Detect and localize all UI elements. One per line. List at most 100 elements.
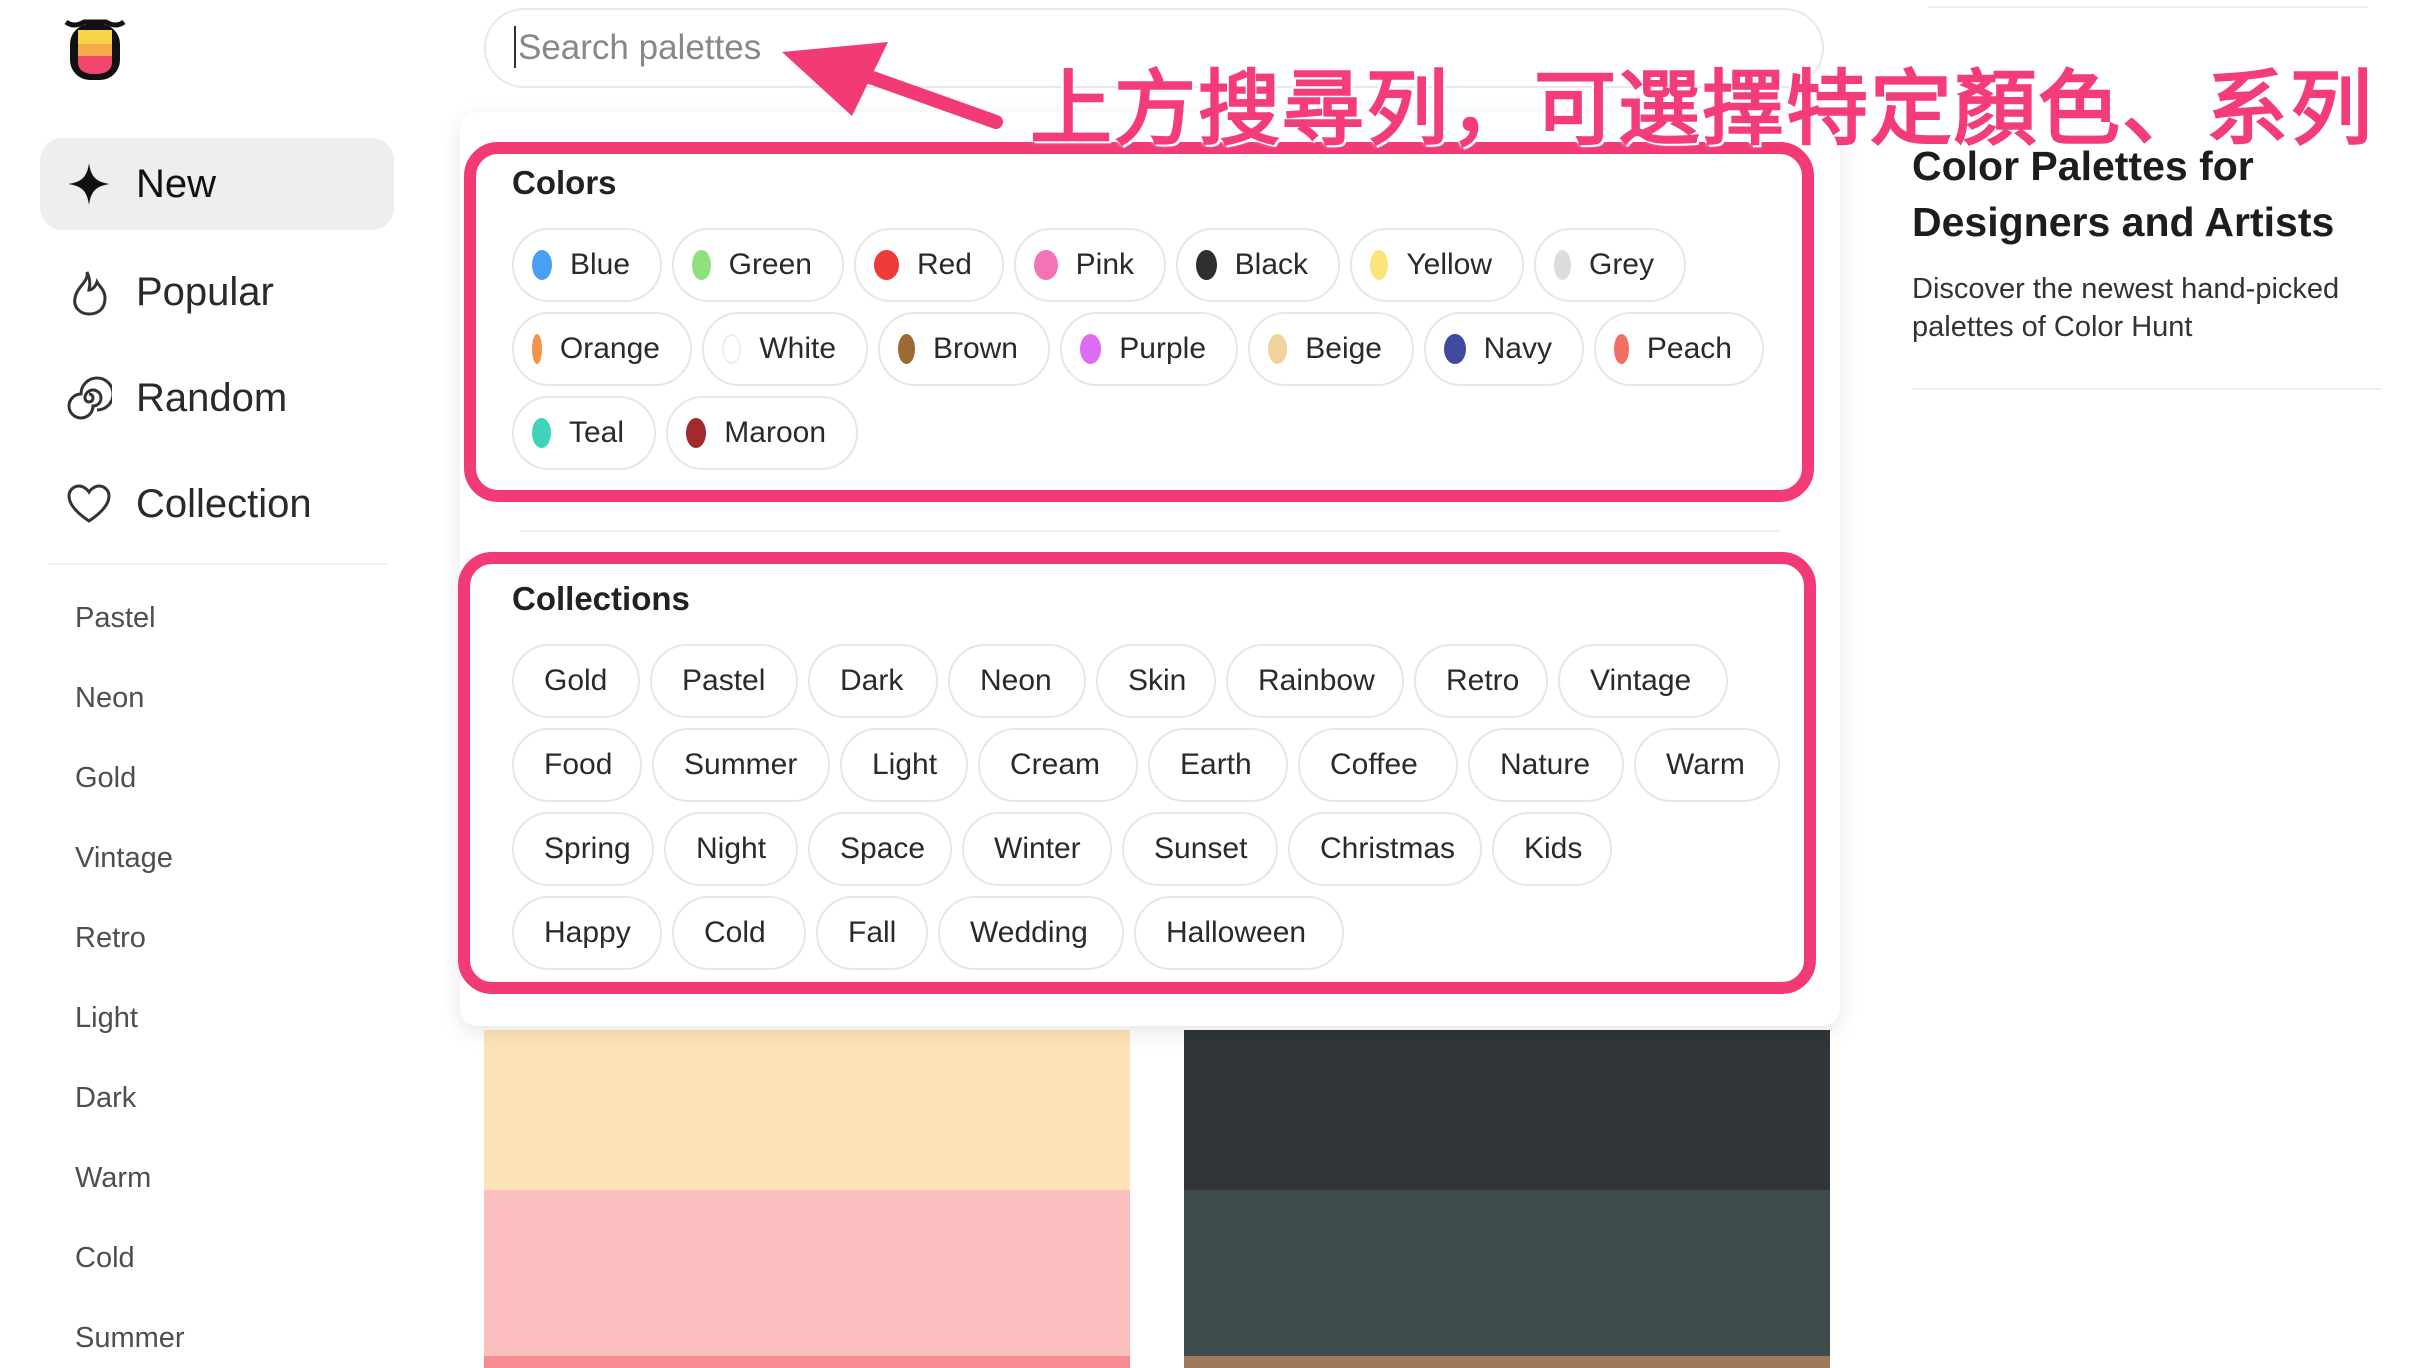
collection-chip-neon[interactable]: Neon (948, 644, 1086, 718)
collection-chip-retro[interactable]: Retro (1414, 644, 1548, 718)
text-cursor (514, 26, 516, 68)
color-chip-orange[interactable]: Orange (512, 312, 692, 386)
color-dot-icon (722, 334, 742, 364)
color-chip-blue[interactable]: Blue (512, 228, 662, 302)
color-chip-grey[interactable]: Grey (1534, 228, 1686, 302)
color-chip-beige[interactable]: Beige (1248, 312, 1414, 386)
sidebar-link-light[interactable]: Light (75, 1002, 138, 1035)
collection-chip-space[interactable]: Space (808, 812, 952, 886)
collection-chip-night[interactable]: Night (664, 812, 798, 886)
collection-chip-cream[interactable]: Cream (978, 728, 1138, 802)
palette-swatch (484, 1356, 1130, 1368)
palette-swatch (1184, 1356, 1830, 1368)
collections-section-title: Collections (512, 580, 690, 617)
nav-item-collection[interactable]: Collection (40, 458, 394, 550)
sidebar-link-pastel[interactable]: Pastel (75, 602, 156, 635)
palette-swatch (484, 1030, 1130, 1190)
collection-chip-coffee[interactable]: Coffee (1298, 728, 1458, 802)
sidebar-link-retro[interactable]: Retro (75, 922, 146, 955)
nav-item-random[interactable]: Random (40, 352, 394, 444)
color-dot-icon (686, 418, 707, 448)
chip-label: Grey (1588, 248, 1654, 281)
chip-label: Navy (1483, 332, 1552, 365)
chip-label: Brown (932, 332, 1018, 365)
sidebar-link-warm[interactable]: Warm (75, 1162, 151, 1195)
chip-label: Blue (569, 248, 630, 281)
sidebar-link-summer[interactable]: Summer (75, 1322, 185, 1355)
color-chip-red[interactable]: Red (854, 228, 1004, 302)
color-chip-black[interactable]: Black (1176, 228, 1340, 302)
info-description: Discover the newest hand-picked palettes… (1912, 273, 2340, 343)
collection-chip-sunset[interactable]: Sunset (1122, 812, 1278, 886)
palette-swatch (1184, 1030, 1830, 1190)
color-dot-icon (1268, 334, 1288, 364)
color-chip-brown[interactable]: Brown (878, 312, 1050, 386)
nav-item-new[interactable]: New (40, 138, 394, 230)
color-dot-icon (1196, 250, 1217, 280)
color-dot-icon (1614, 334, 1629, 364)
section-divider (520, 530, 1780, 532)
sidebar-link-cold[interactable]: Cold (75, 1242, 135, 1275)
chip-label: Orange (559, 332, 660, 365)
chip-label: Green (728, 248, 812, 281)
color-chip-teal[interactable]: Teal (512, 396, 656, 470)
sidebar-link-dark[interactable]: Dark (75, 1082, 136, 1115)
collection-chip-dark[interactable]: Dark (808, 644, 938, 718)
chip-label: Teal (568, 416, 624, 449)
collection-chip-skin[interactable]: Skin (1096, 644, 1216, 718)
sidebar-link-neon[interactable]: Neon (75, 682, 144, 715)
color-dot-icon (1444, 334, 1466, 364)
color-dot-icon (532, 250, 552, 280)
collection-chip-food[interactable]: Food (512, 728, 642, 802)
color-chip-navy[interactable]: Navy (1424, 312, 1584, 386)
info-title: Color Palettes for Designers and Artists (1912, 143, 2335, 245)
collection-chip-cold[interactable]: Cold (672, 896, 806, 970)
collection-chip-gold[interactable]: Gold (512, 644, 640, 718)
collection-chip-fall[interactable]: Fall (816, 896, 928, 970)
collection-chip-summer[interactable]: Summer (652, 728, 830, 802)
collection-chip-wedding[interactable]: Wedding (938, 896, 1124, 970)
heart-icon (64, 479, 114, 529)
chip-label: Red (916, 248, 972, 281)
color-chip-yellow[interactable]: Yellow (1350, 228, 1524, 302)
collection-chip-pastel[interactable]: Pastel (650, 644, 798, 718)
color-chip-purple[interactable]: Purple (1060, 312, 1238, 386)
collection-chip-christmas[interactable]: Christmas (1288, 812, 1482, 886)
color-dot-icon (532, 334, 542, 364)
collection-chip-happy[interactable]: Happy (512, 896, 662, 970)
collection-chip-winter[interactable]: Winter (962, 812, 1112, 886)
chip-label: Pink (1075, 248, 1134, 281)
color-chip-green[interactable]: Green (672, 228, 844, 302)
palette-card[interactable] (484, 1030, 1130, 1368)
nav-label: Collection (136, 481, 312, 526)
color-chip-maroon[interactable]: Maroon (666, 396, 858, 470)
color-dot-icon (1370, 250, 1389, 280)
collection-chip-nature[interactable]: Nature (1468, 728, 1624, 802)
collection-chip-warm[interactable]: Warm (1634, 728, 1780, 802)
collection-chip-earth[interactable]: Earth (1148, 728, 1288, 802)
colors-section-title: Colors (512, 164, 617, 201)
info-divider (1912, 388, 2382, 390)
search-dropdown: Colors Blue Green Red Pink Black Yellow … (460, 112, 1840, 1026)
collection-chip-halloween[interactable]: Halloween (1134, 896, 1344, 970)
annotation-arrow-icon (782, 42, 1003, 129)
palette-card[interactable] (1184, 1030, 1830, 1368)
sidebar-divider (48, 563, 388, 565)
color-dot-icon (1080, 334, 1102, 364)
nav-item-popular[interactable]: Popular (40, 246, 394, 338)
sidebar-link-gold[interactable]: Gold (75, 762, 136, 795)
palette-swatch (484, 1190, 1130, 1356)
sidebar-link-vintage[interactable]: Vintage (75, 842, 173, 875)
palette-swatch (1184, 1190, 1830, 1356)
nav-label: Random (136, 375, 288, 420)
collection-chip-spring[interactable]: Spring (512, 812, 654, 886)
collection-chip-rainbow[interactable]: Rainbow (1226, 644, 1404, 718)
color-chip-peach[interactable]: Peach (1594, 312, 1764, 386)
collection-chip-vintage[interactable]: Vintage (1558, 644, 1728, 718)
color-dot-icon (898, 334, 915, 364)
color-dot-icon (532, 418, 551, 448)
color-chip-white[interactable]: White (702, 312, 868, 386)
color-chip-pink[interactable]: Pink (1014, 228, 1166, 302)
collection-chip-kids[interactable]: Kids (1492, 812, 1612, 886)
collection-chip-light[interactable]: Light (840, 728, 968, 802)
